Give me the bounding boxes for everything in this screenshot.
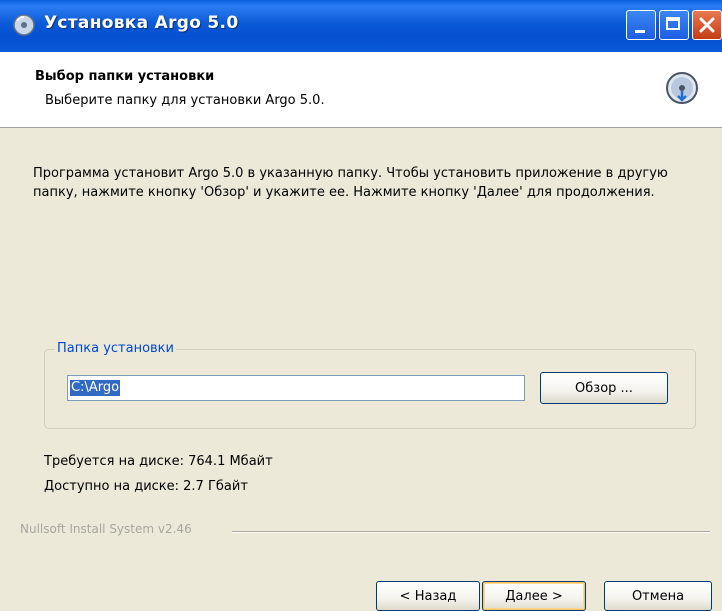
disk-space-required: Требуется на диске: 764.1 Мбайт	[44, 454, 273, 469]
disk-space-available: Доступно на диске: 2.7 Гбайт	[44, 479, 248, 494]
title-bar[interactable]: Установка Argo 5.0	[0, 0, 722, 52]
window-title: Установка Argo 5.0	[44, 13, 239, 33]
browse-button-label: Обзор ...	[575, 380, 633, 396]
content-area: Программа установит Argo 5.0 в указанную…	[0, 128, 722, 611]
maximize-button[interactable]	[659, 10, 689, 40]
next-button[interactable]: Далее >	[482, 581, 586, 611]
next-button-label: Далее >	[505, 588, 563, 604]
cancel-button-label: Отмена	[631, 588, 685, 604]
branding-text: Nullsoft Install System v2.46	[20, 522, 196, 536]
cancel-button[interactable]: Отмена	[604, 581, 712, 611]
back-button-label: < Назад	[399, 588, 457, 604]
group-label: Папка установки	[55, 341, 176, 356]
footer-divider	[232, 531, 710, 533]
page-title: Выбор папки установки	[35, 69, 215, 84]
page-subtitle: Выберите папку для установки Argo 5.0.	[45, 93, 325, 108]
installer-app-icon	[12, 13, 36, 37]
close-icon	[699, 17, 715, 33]
intro-text: Программа установит Argo 5.0 в указанную…	[33, 166, 668, 200]
minimize-button[interactable]	[626, 10, 656, 40]
page-header: Выбор папки установки Выберите папку для…	[0, 52, 722, 128]
back-button[interactable]: < Назад	[376, 581, 480, 611]
install-path-value: C:\Argo	[70, 380, 121, 396]
browse-button[interactable]: Обзор ...	[540, 372, 668, 404]
close-button[interactable]	[692, 10, 722, 40]
installer-disk-icon	[664, 70, 700, 106]
install-path-input[interactable]: C:\Argo	[67, 375, 525, 401]
